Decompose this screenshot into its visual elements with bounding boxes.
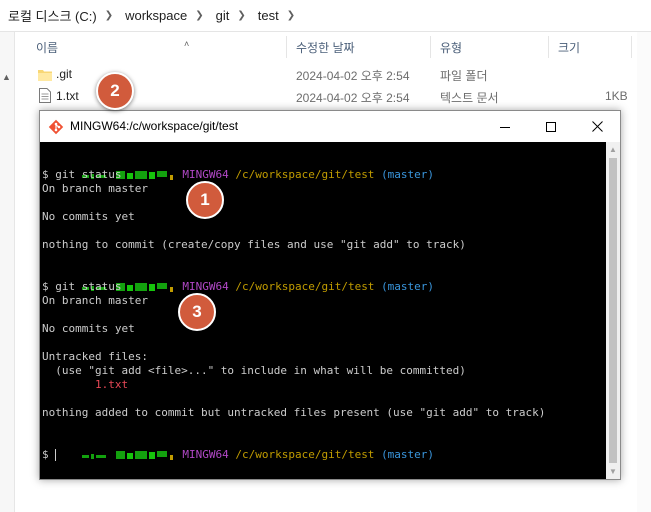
- file-modified: 2024-04-02 오후 2:54: [296, 91, 410, 105]
- file-type: 텍스트 문서: [440, 91, 499, 105]
- minimize-button[interactable]: [482, 111, 528, 142]
- text-file-icon: [39, 88, 51, 103]
- file-modified: 2024-04-02 오후 2:54: [296, 69, 410, 83]
- scroll-up-icon[interactable]: ▲: [2, 72, 11, 82]
- output-line: nothing added to commit but untracked fi…: [42, 406, 546, 419]
- prompt-symbol: $: [42, 448, 56, 461]
- sort-ascending-icon: ˄: [184, 39, 190, 49]
- callout-badge-1: 1: [186, 181, 224, 219]
- output-line: Untracked files:: [42, 350, 148, 363]
- chevron-right-icon[interactable]: ❯: [283, 10, 299, 21]
- window-titlebar[interactable]: MINGW64:/c/workspace/git/test: [40, 111, 620, 142]
- output-line: On branch master: [42, 294, 148, 307]
- callout-badge-2: 2: [96, 72, 134, 110]
- file-list-header: ˄ 이름 수정한 날짜 유형 크기: [28, 32, 637, 60]
- prompt-branch: (master): [381, 448, 435, 461]
- chevron-right-icon[interactable]: ❯: [233, 10, 249, 21]
- prompt-branch: (master): [381, 280, 435, 293]
- chevron-right-icon[interactable]: ❯: [191, 10, 207, 21]
- scroll-up-icon[interactable]: ▲: [609, 145, 617, 154]
- prompt-path: /c/workspace/git/test: [235, 168, 375, 181]
- git-bash-window[interactable]: MINGW64:/c/workspace/git/test MINGW64 /c…: [39, 110, 621, 480]
- navigation-pane-edge: ▲: [0, 32, 15, 512]
- file-name: 1.txt: [56, 89, 79, 103]
- column-header-size[interactable]: 크기: [558, 39, 580, 56]
- column-header-name[interactable]: 이름: [36, 39, 58, 56]
- output-line: No commits yet: [42, 210, 135, 223]
- command-line: $ git status: [42, 280, 122, 293]
- close-button[interactable]: [574, 111, 620, 142]
- column-header-type[interactable]: 유형: [440, 39, 462, 56]
- file-list-scrollbar[interactable]: [637, 32, 651, 512]
- prompt-host: MINGW64: [182, 280, 229, 293]
- minimize-icon: [500, 126, 510, 128]
- breadcrumb-item-drive[interactable]: 로컬 디스크 (C:): [0, 6, 101, 25]
- scrollbar-thumb[interactable]: [609, 158, 617, 463]
- text-cursor: [55, 449, 57, 461]
- prompt-line: MINGW64 /c/workspace/git/test (master): [42, 154, 434, 181]
- chevron-right-icon[interactable]: ❯: [101, 10, 117, 21]
- column-divider[interactable]: [430, 36, 431, 58]
- output-line: No commits yet: [42, 322, 135, 335]
- terminal-scrollbar[interactable]: ▲ ▼: [606, 142, 620, 479]
- output-line: (use "git add <file>..." to include in w…: [42, 364, 466, 377]
- input-prompt[interactable]: $: [42, 448, 57, 462]
- column-header-modified[interactable]: 수정한 날짜: [296, 39, 355, 56]
- breadcrumb-item-workspace[interactable]: workspace: [117, 8, 191, 23]
- close-icon: [591, 121, 603, 132]
- column-divider[interactable]: [548, 36, 549, 58]
- window-title: MINGW64:/c/workspace/git/test: [70, 119, 239, 133]
- prompt-branch: (master): [381, 168, 435, 181]
- address-breadcrumb: 로컬 디스크 (C:) ❯ workspace ❯ git ❯ test ❯: [0, 0, 651, 32]
- prompt-line: MINGW64 /c/workspace/git/test (master): [42, 266, 434, 293]
- callout-badge-3: 3: [178, 293, 216, 331]
- untracked-file: 1.txt: [42, 378, 129, 391]
- column-divider[interactable]: [286, 36, 287, 58]
- git-bash-icon: [48, 119, 64, 135]
- output-line: On branch master: [42, 182, 148, 195]
- maximize-button[interactable]: [528, 111, 574, 142]
- file-size: 1KB: [605, 89, 628, 103]
- file-type: 파일 폴더: [440, 69, 488, 83]
- prompt-path: /c/workspace/git/test: [235, 448, 375, 461]
- maximize-icon: [546, 121, 556, 132]
- redacted-username-icon: [81, 450, 173, 460]
- folder-icon: [38, 70, 52, 81]
- output-line: nothing to commit (create/copy files and…: [42, 238, 466, 251]
- command-line: $ git status: [42, 168, 122, 181]
- prompt-host: MINGW64: [182, 448, 229, 461]
- breadcrumb-item-test[interactable]: test: [250, 8, 283, 23]
- prompt-host: MINGW64: [182, 168, 229, 181]
- breadcrumb-item-git[interactable]: git: [208, 8, 234, 23]
- prompt-path: /c/workspace/git/test: [235, 280, 375, 293]
- prompt-line: MINGW64 /c/workspace/git/test (master): [42, 434, 434, 461]
- scroll-down-icon[interactable]: ▼: [609, 467, 617, 476]
- terminal-console[interactable]: MINGW64 /c/workspace/git/test (master) $…: [40, 142, 606, 479]
- column-divider[interactable]: [631, 36, 632, 58]
- file-name: .git: [56, 67, 73, 81]
